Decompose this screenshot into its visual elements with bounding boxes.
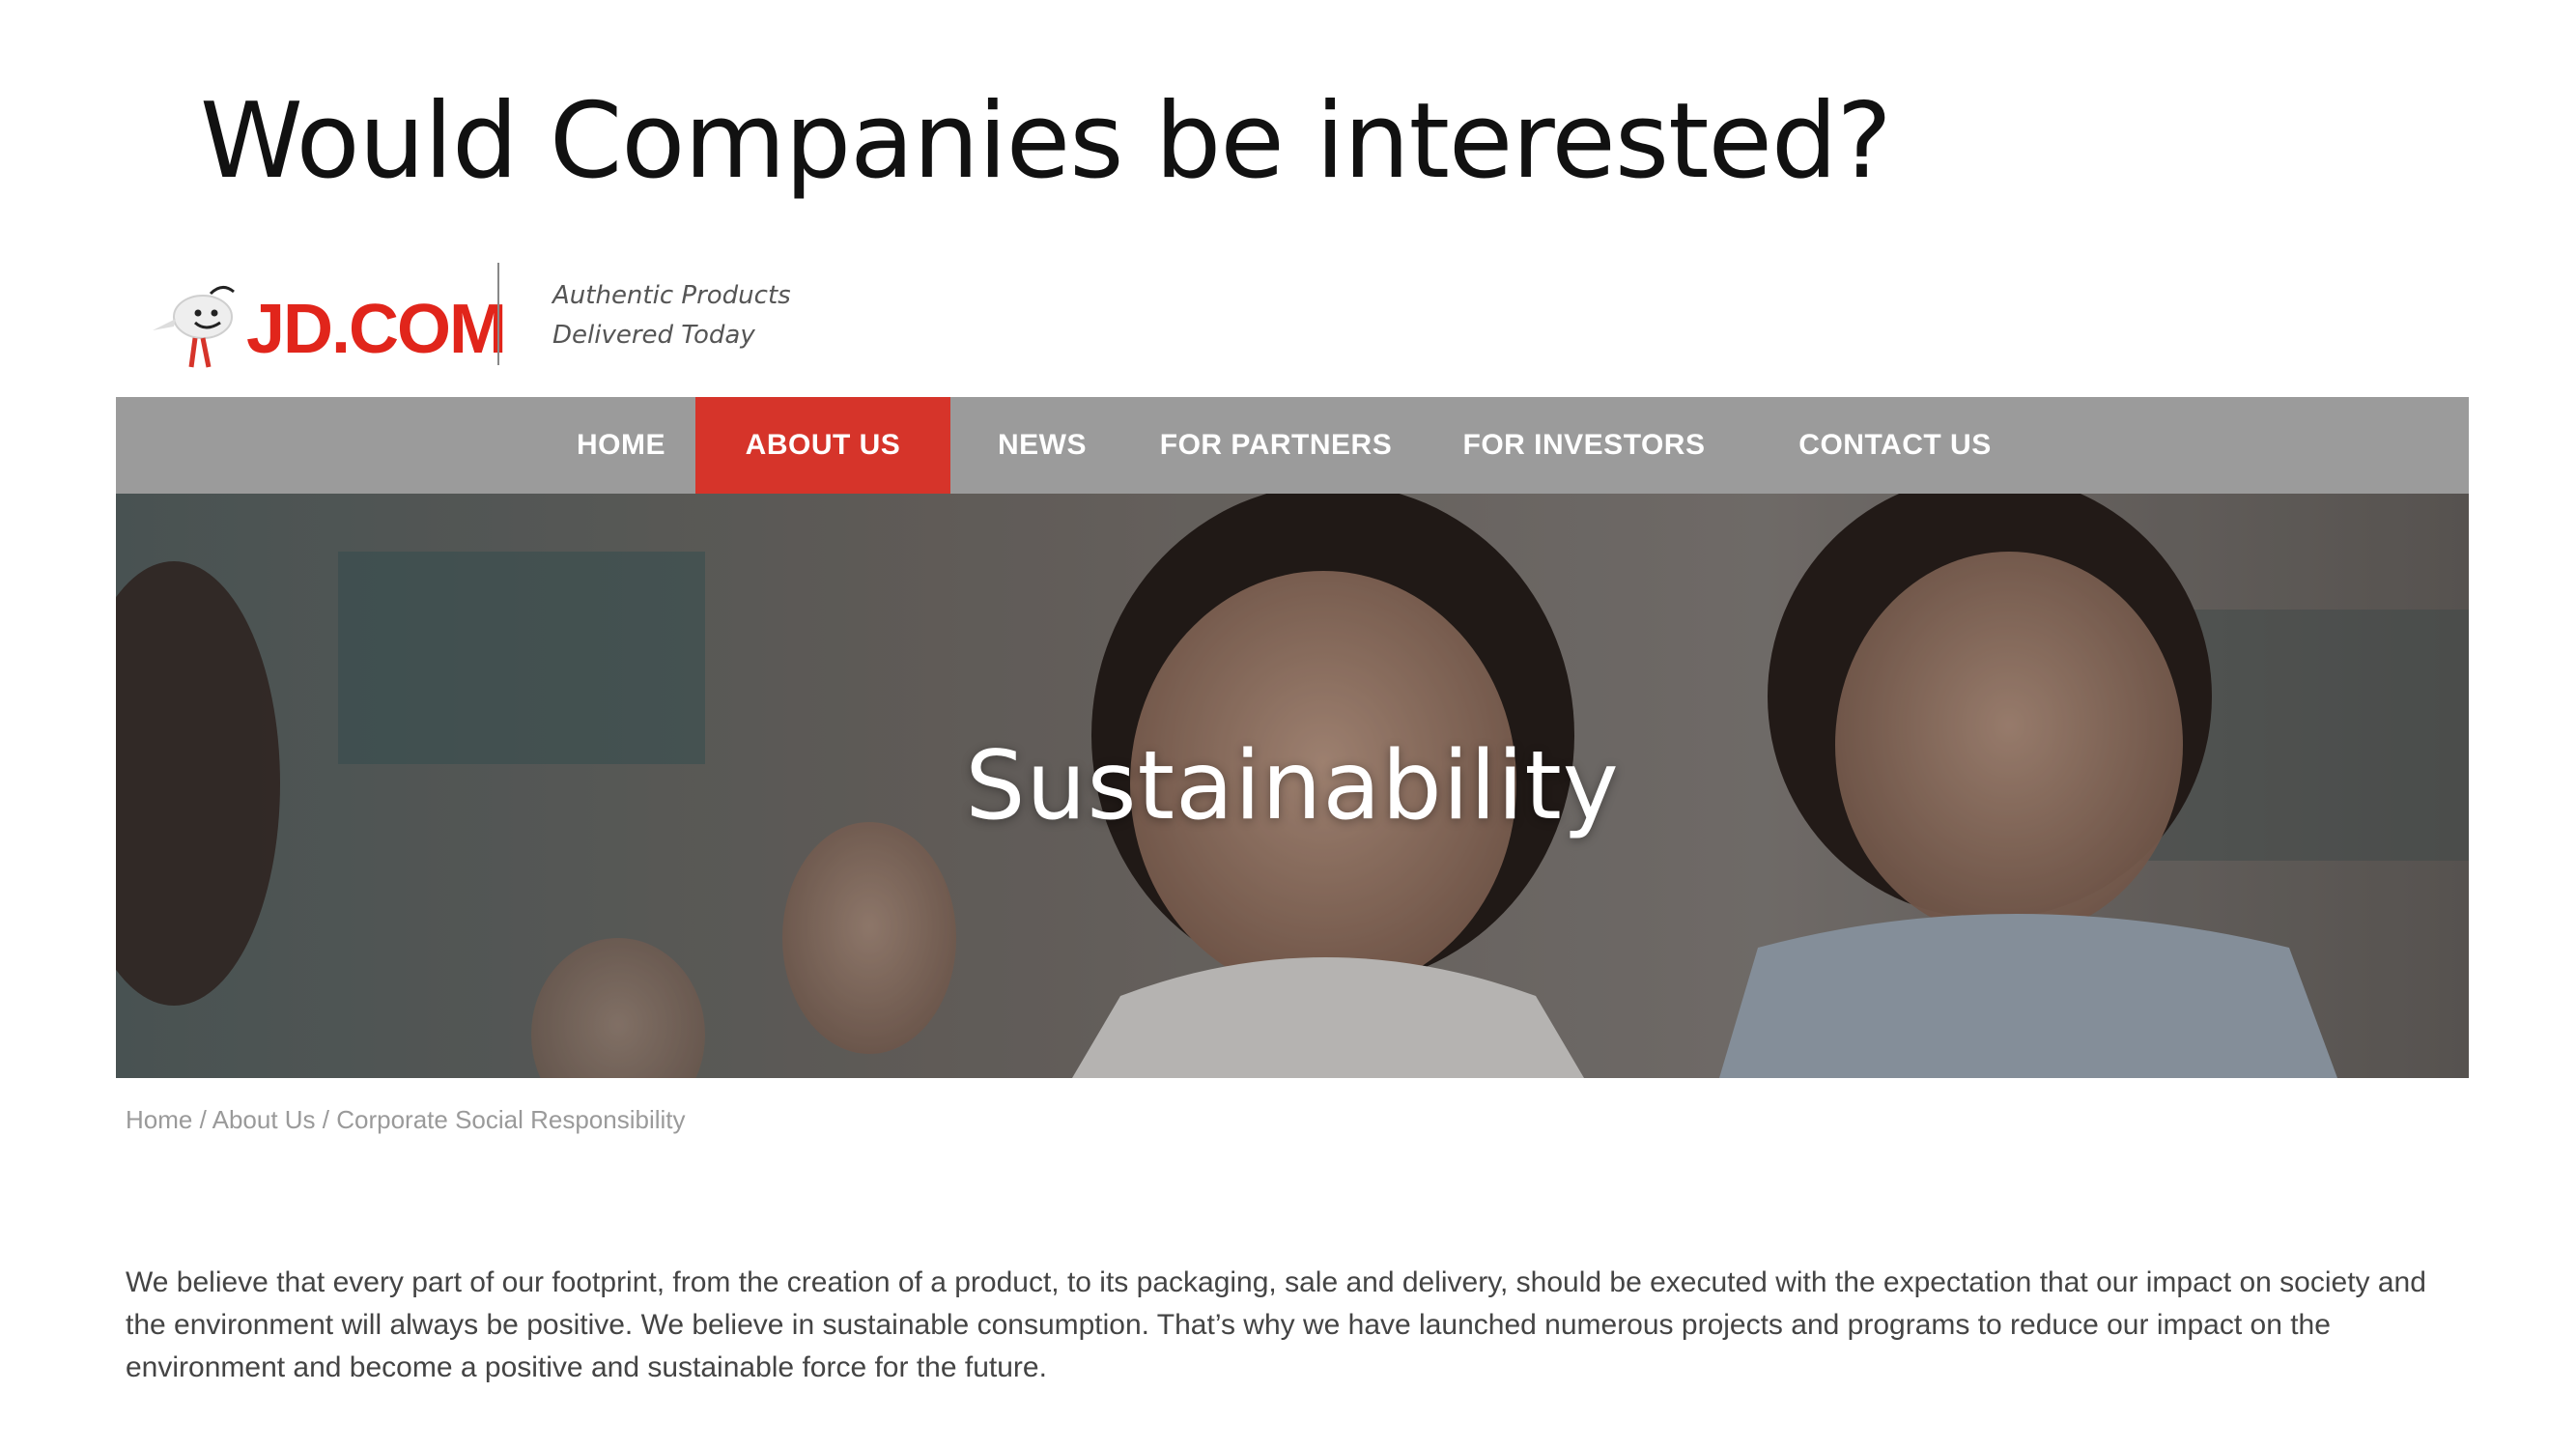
sustainability-paragraph: We believe that every part of our footpr…: [126, 1266, 2426, 1383]
nav-for-investors[interactable]: FOR INVESTORS: [1418, 397, 1750, 494]
breadcrumb-current: Corporate Social Responsibility: [336, 1105, 686, 1134]
nav-contact-us[interactable]: CONTACT US: [1750, 397, 2040, 494]
main-nav: HOME ABOUT US NEWS FOR PARTNERS FOR INVE…: [116, 397, 2469, 494]
nav-news[interactable]: NEWS: [950, 397, 1134, 494]
breadcrumb-separator: /: [315, 1105, 337, 1134]
tagline-line-2: Delivered Today: [552, 321, 755, 350]
logo-wordmark: JD.COM: [246, 291, 507, 368]
breadcrumb-about-us[interactable]: About Us: [212, 1105, 316, 1134]
tagline-line-1: Authentic Products: [552, 281, 791, 310]
slide-title: Would Companies be interested?: [200, 81, 1892, 202]
joy-dog-mascot-icon: [153, 286, 235, 368]
tagline: Authentic Products Delivered Today: [552, 276, 791, 355]
nav-for-partners[interactable]: FOR PARTNERS: [1134, 397, 1418, 494]
breadcrumb: Home / About Us / Corporate Social Respo…: [126, 1105, 686, 1135]
nav-about-us[interactable]: ABOUT US: [695, 397, 950, 494]
breadcrumb-home[interactable]: Home: [126, 1105, 192, 1134]
jd-logo[interactable]: JD.COM: [145, 270, 512, 386]
logo-divider: [497, 263, 499, 365]
hero-banner: Sustainability: [116, 494, 2469, 1078]
hero-title: Sustainability: [965, 730, 1620, 841]
nav-home[interactable]: HOME: [544, 397, 698, 494]
breadcrumb-separator: /: [192, 1105, 212, 1134]
